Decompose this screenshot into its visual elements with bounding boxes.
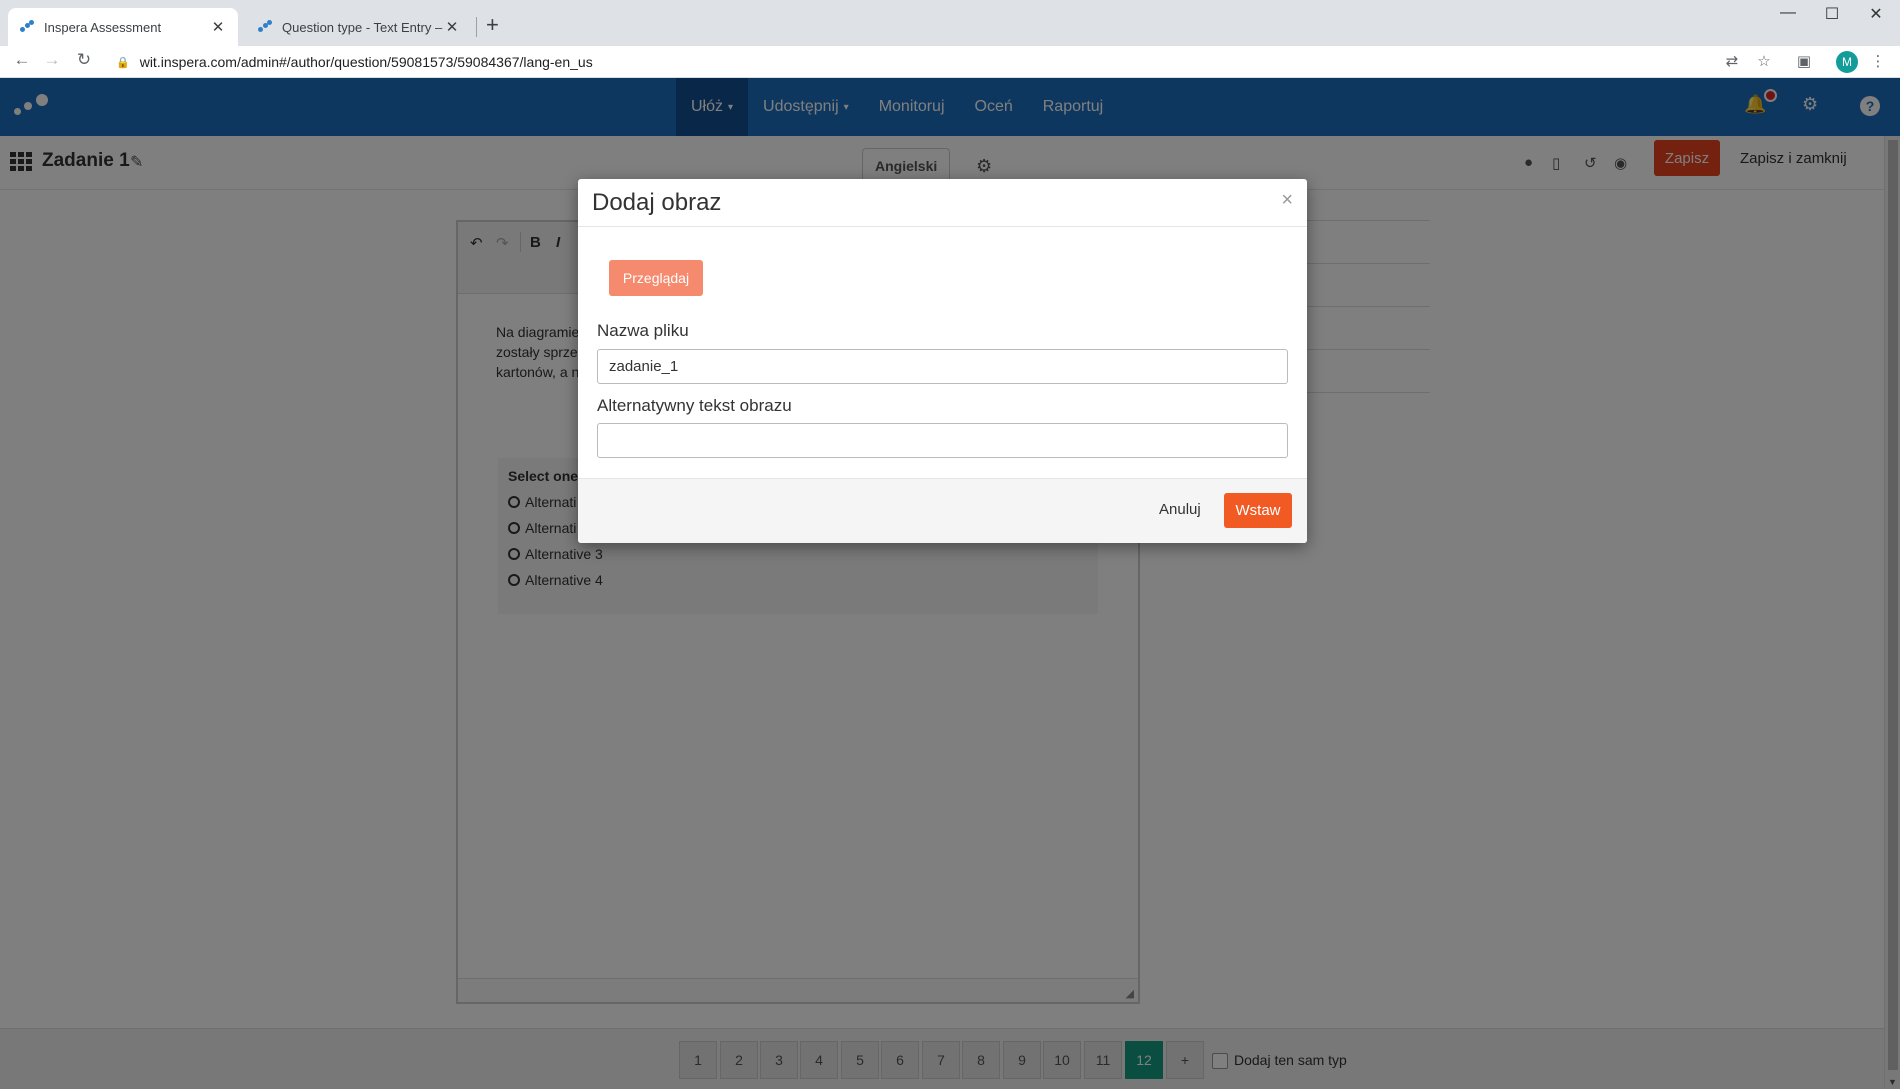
inspera-favicon-icon (258, 20, 272, 34)
url-text: wit.inspera.com/admin#/author/question/5… (139, 54, 593, 70)
cancel-button[interactable]: Anuluj (1159, 501, 1201, 518)
forward-icon[interactable]: → (40, 50, 64, 70)
profile-avatar[interactable]: M (1836, 51, 1858, 73)
tab-separator (476, 17, 477, 37)
browser-tab-strip: Inspera Assessment ✕ Question type - Tex… (0, 0, 1900, 46)
browser-tab-question-type[interactable]: Question type - Text Entry – Insp ✕ (246, 8, 472, 46)
close-window-button[interactable]: ✕ (1856, 4, 1896, 24)
insert-button[interactable]: Wstaw (1224, 493, 1292, 528)
bookmark-star-icon[interactable]: ☆ (1754, 52, 1774, 70)
alt-text-input[interactable] (597, 423, 1288, 458)
filename-input[interactable]: zadanie_1 (597, 349, 1288, 384)
extensions-icon[interactable]: ▣ (1794, 52, 1814, 70)
add-image-dialog: Dodaj obraz × Przeglądaj Nazwa pliku zad… (578, 179, 1307, 543)
tab-title: Question type - Text Entry – Insp (282, 19, 444, 35)
lock-icon: 🔒 (116, 56, 130, 69)
back-icon[interactable]: ← (10, 50, 34, 70)
inspera-favicon-icon (20, 20, 34, 34)
filename-label: Nazwa pliku (597, 321, 689, 340)
alt-text-label: Alternatywny tekst obrazu (597, 396, 792, 415)
close-tab-icon[interactable]: ✕ (444, 18, 460, 36)
new-tab-button[interactable]: + (486, 12, 499, 38)
tab-title: Inspera Assessment (44, 19, 162, 35)
translate-icon[interactable]: ⇄ (1722, 52, 1742, 70)
browser-tab-inspera-assessment[interactable]: Inspera Assessment ✕ (8, 8, 238, 46)
dialog-header: Dodaj obraz × (578, 179, 1307, 227)
reload-icon[interactable]: ↻ (72, 50, 96, 70)
browse-button[interactable]: Przeglądaj (609, 260, 703, 296)
maximize-button[interactable]: ☐ (1812, 4, 1852, 24)
address-bar-row: ← → ↻ 🔒 wit.inspera.com/admin#/author/qu… (0, 46, 1900, 78)
url-field[interactable]: 🔒 wit.inspera.com/admin#/author/question… (106, 50, 1666, 74)
filename-value: zadanie_1 (609, 358, 679, 375)
close-icon[interactable]: × (1281, 189, 1293, 212)
dialog-footer: Anuluj Wstaw (578, 478, 1307, 543)
minimize-button[interactable]: — (1768, 4, 1808, 22)
browser-menu-icon[interactable]: ⋮ (1868, 52, 1888, 70)
dialog-title: Dodaj obraz (592, 189, 722, 216)
close-tab-icon[interactable]: ✕ (210, 18, 226, 36)
